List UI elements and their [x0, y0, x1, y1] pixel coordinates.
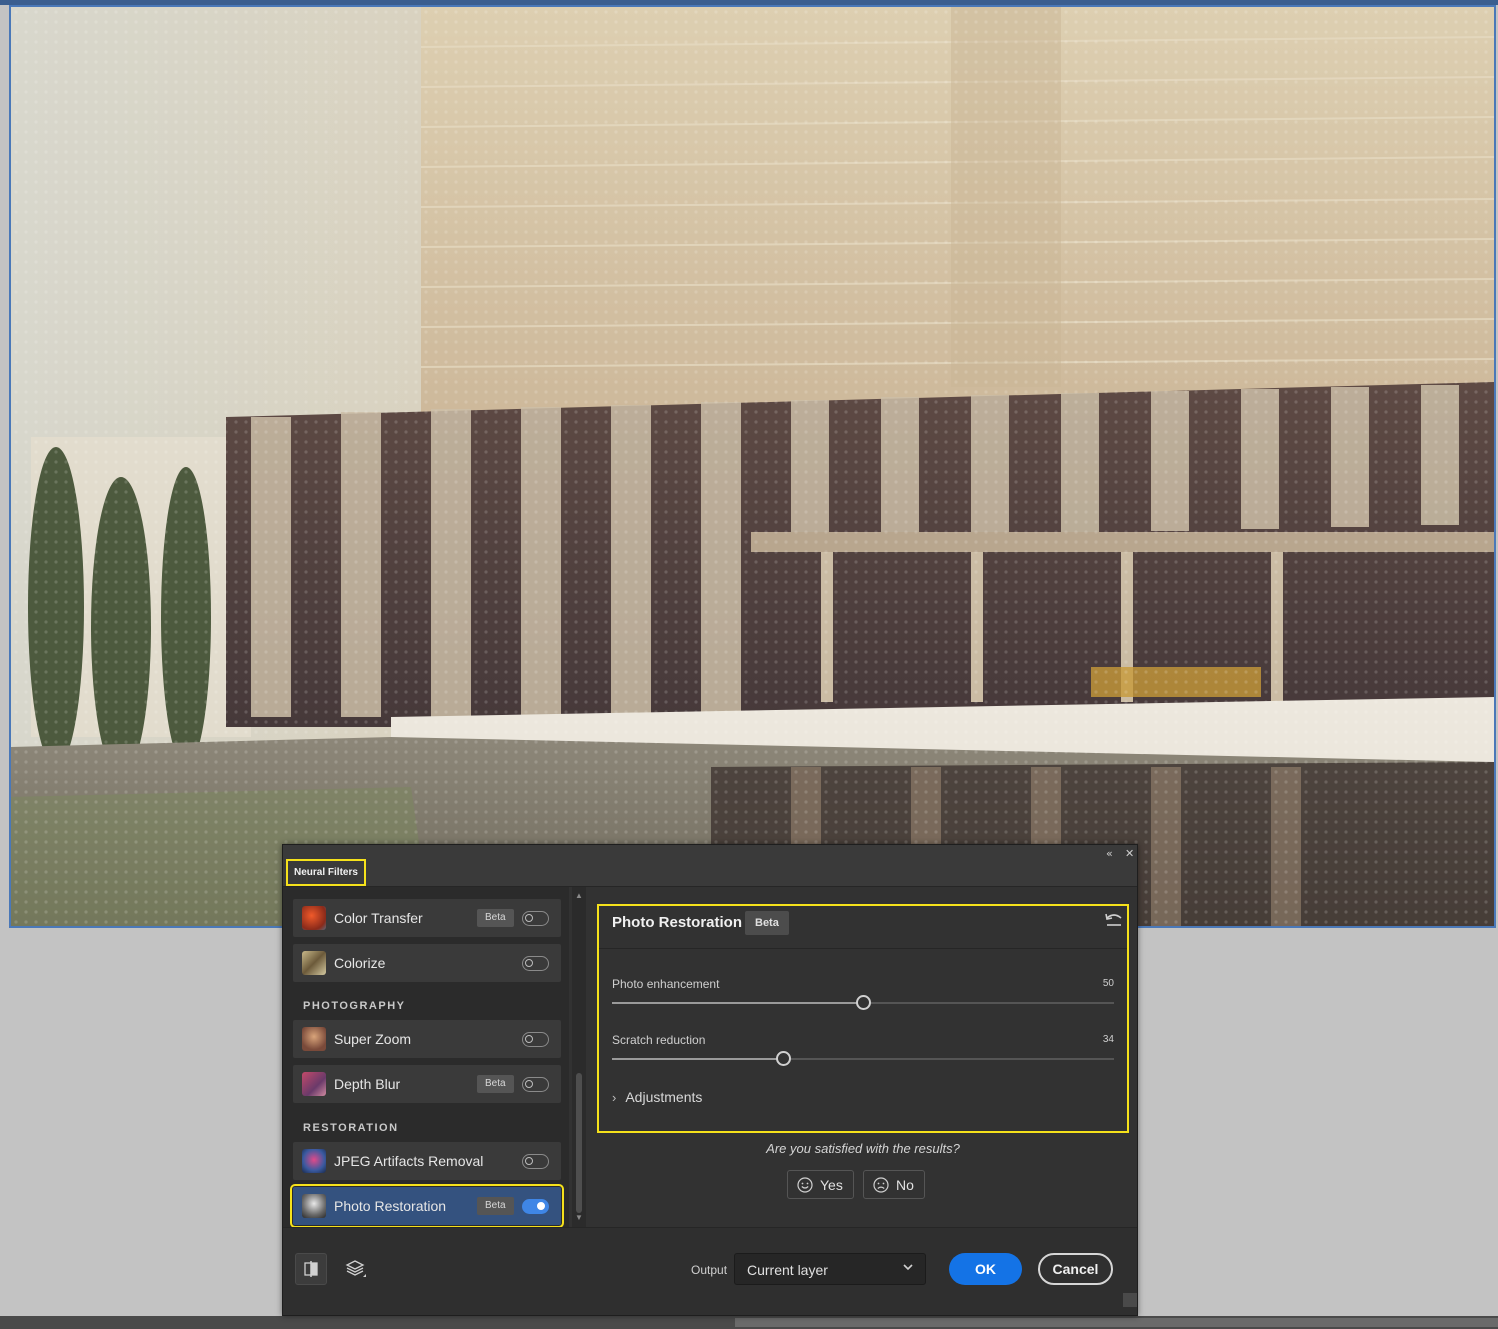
feedback-question: Are you satisfied with the results?	[766, 1141, 960, 1156]
slider-handle[interactable]	[775, 1051, 791, 1066]
filter-list: Color Transfer Beta Colorize PHOTOGRAPHY…	[283, 887, 569, 1227]
depth-blur-thumbnail	[302, 1072, 326, 1096]
filter-item-super-zoom[interactable]: Super Zoom	[293, 1020, 561, 1058]
split-view-icon	[304, 1261, 318, 1277]
output-dropdown[interactable]: Current layer	[734, 1253, 926, 1285]
scrollbar-thumb[interactable]	[576, 1073, 582, 1213]
beta-badge: Beta	[477, 909, 514, 927]
double-chevron-left-icon[interactable]: «	[1106, 847, 1113, 860]
photo-image	[11, 7, 1494, 926]
compare-view-button[interactable]	[295, 1253, 327, 1285]
filter-toggle-photo-restoration[interactable]	[522, 1199, 549, 1214]
colorize-thumbnail	[302, 951, 326, 975]
resize-grip[interactable]	[1123, 1293, 1137, 1307]
scroll-down-icon[interactable]: ▼	[575, 1213, 583, 1222]
filter-label: JPEG Artifacts Removal	[334, 1153, 484, 1169]
slider-value-scratch-reduction: 34	[1102, 1034, 1114, 1045]
panel-divider	[599, 948, 1127, 949]
filter-item-color-transfer[interactable]: Color Transfer Beta	[293, 899, 561, 937]
filter-settings-panel: Photo Restoration Beta Photo enhancement…	[597, 904, 1129, 1133]
feedback-yes-label: Yes	[820, 1177, 843, 1193]
close-icon[interactable]: ✕	[1125, 847, 1134, 860]
beta-badge: Beta	[477, 1197, 514, 1215]
reset-icon[interactable]	[1104, 911, 1124, 931]
neural-filters-dialog: Neural Filters « ✕ Color Transfer Beta C…	[282, 844, 1138, 1316]
filter-toggle-colorize[interactable]	[522, 956, 549, 971]
slider-label-photo-enhancement: Photo enhancement	[612, 977, 720, 991]
feedback-yes-button[interactable]: Yes	[787, 1170, 854, 1199]
filter-item-depth-blur[interactable]: Depth Blur Beta	[293, 1065, 561, 1103]
jpeg-artifacts-thumbnail	[302, 1149, 326, 1173]
filter-list-scrollbar[interactable]: ▲ ▼	[572, 887, 586, 1227]
scroll-up-icon[interactable]: ▲	[575, 891, 583, 900]
filter-label: Depth Blur	[334, 1076, 401, 1092]
filter-item-colorize[interactable]: Colorize	[293, 944, 561, 982]
photo-restoration-thumbnail	[302, 1194, 326, 1218]
filter-item-photo-restoration[interactable]: Photo Restoration Beta	[290, 1184, 564, 1227]
filter-label: Colorize	[334, 955, 386, 971]
filter-label: Color Transfer	[334, 910, 423, 926]
smile-icon	[797, 1177, 813, 1193]
panel-title: Photo Restoration	[612, 914, 742, 931]
filter-toggle-color-transfer[interactable]	[522, 911, 549, 926]
cancel-button[interactable]: Cancel	[1038, 1253, 1113, 1285]
feedback-no-button[interactable]: No	[863, 1170, 925, 1199]
beta-badge: Beta	[745, 911, 789, 935]
chevron-down-icon	[903, 1264, 913, 1271]
dialog-title: Neural Filters	[286, 859, 366, 886]
feedback-no-label: No	[896, 1177, 914, 1193]
slider-photo-enhancement[interactable]	[612, 995, 1114, 1010]
slider-value-photo-enhancement: 50	[1102, 978, 1114, 989]
filter-toggle-super-zoom[interactable]	[522, 1032, 549, 1047]
adjustments-expander[interactable]: › Adjustments	[612, 1089, 702, 1105]
filter-toggle-depth-blur[interactable]	[522, 1077, 549, 1092]
frown-icon	[873, 1177, 889, 1193]
dialog-footer: Output Current layer OK Cancel	[283, 1227, 1137, 1315]
filter-label: Photo Restoration	[334, 1198, 447, 1214]
slider-label-scratch-reduction: Scratch reduction	[612, 1033, 706, 1047]
slider-scratch-reduction[interactable]	[612, 1051, 1114, 1066]
layers-preview-button[interactable]	[339, 1253, 371, 1285]
filter-label: Super Zoom	[334, 1031, 412, 1047]
super-zoom-thumbnail	[302, 1027, 326, 1051]
beta-badge: Beta	[477, 1075, 514, 1093]
dialog-titlebar[interactable]: Neural Filters « ✕	[283, 845, 1137, 887]
horizontal-scrollbar[interactable]	[0, 1316, 1498, 1329]
ok-button[interactable]: OK	[949, 1253, 1022, 1285]
chevron-right-icon: ›	[612, 1090, 617, 1105]
slider-handle[interactable]	[856, 995, 871, 1010]
slider-fill	[612, 1002, 863, 1004]
slider-fill	[612, 1058, 783, 1060]
output-selected-value: Current layer	[747, 1262, 828, 1278]
section-heading-photography: PHOTOGRAPHY	[303, 1000, 406, 1012]
photo-canvas[interactable]	[9, 5, 1496, 928]
layers-icon	[345, 1260, 366, 1277]
filter-item-jpeg-artifacts-removal[interactable]: JPEG Artifacts Removal	[293, 1142, 561, 1180]
adjustments-label: Adjustments	[625, 1089, 703, 1105]
scrollbar-thumb[interactable]	[735, 1318, 1498, 1327]
filter-toggle-jpeg-artifacts-removal[interactable]	[522, 1154, 549, 1169]
color-transfer-thumbnail	[302, 906, 326, 930]
output-label: Output	[691, 1263, 728, 1277]
section-heading-restoration: RESTORATION	[303, 1122, 399, 1134]
